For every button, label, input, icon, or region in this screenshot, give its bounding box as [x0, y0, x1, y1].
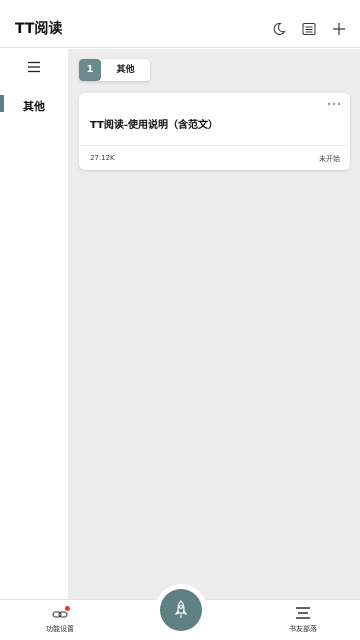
book-card[interactable]: TT阅读-使用说明（含范文） 27.12K 未开始: [79, 93, 350, 170]
sidebar-item-other[interactable]: 其他: [0, 94, 68, 114]
book-size: 27.12K: [90, 154, 115, 162]
tab-function-settings[interactable]: 功能设置: [30, 600, 90, 640]
tab-label: 书友部落: [289, 625, 317, 633]
tab-reader-club[interactable]: 书友部落: [273, 600, 333, 640]
more-icon[interactable]: [326, 101, 342, 107]
menu-lines-icon: [295, 606, 311, 620]
group-tag[interactable]: 1 其他: [79, 59, 150, 81]
tab-label: 功能设置: [46, 625, 74, 633]
group-name: 其他: [116, 65, 135, 75]
book-status: 未开始: [319, 155, 340, 163]
rocket-icon: [174, 600, 188, 618]
list-icon[interactable]: [302, 22, 316, 36]
plus-icon[interactable]: [332, 22, 346, 36]
moon-icon[interactable]: [272, 22, 286, 36]
hamburger-icon[interactable]: [27, 60, 41, 74]
notification-dot: [65, 606, 70, 611]
app-title: TT阅读: [15, 21, 63, 37]
rocket-button[interactable]: [160, 589, 202, 631]
book-title: TT阅读-使用说明（含范文）: [90, 120, 219, 131]
top-header: TT阅读: [0, 0, 360, 48]
card-divider: [79, 145, 350, 146]
sidebar: 其他: [0, 49, 68, 599]
group-number: 1: [79, 59, 101, 81]
sidebar-item-label: 其他: [23, 100, 45, 113]
book-shelf: 1 其他 TT阅读-使用说明（含范文） 27.12K 未开始: [68, 49, 360, 599]
